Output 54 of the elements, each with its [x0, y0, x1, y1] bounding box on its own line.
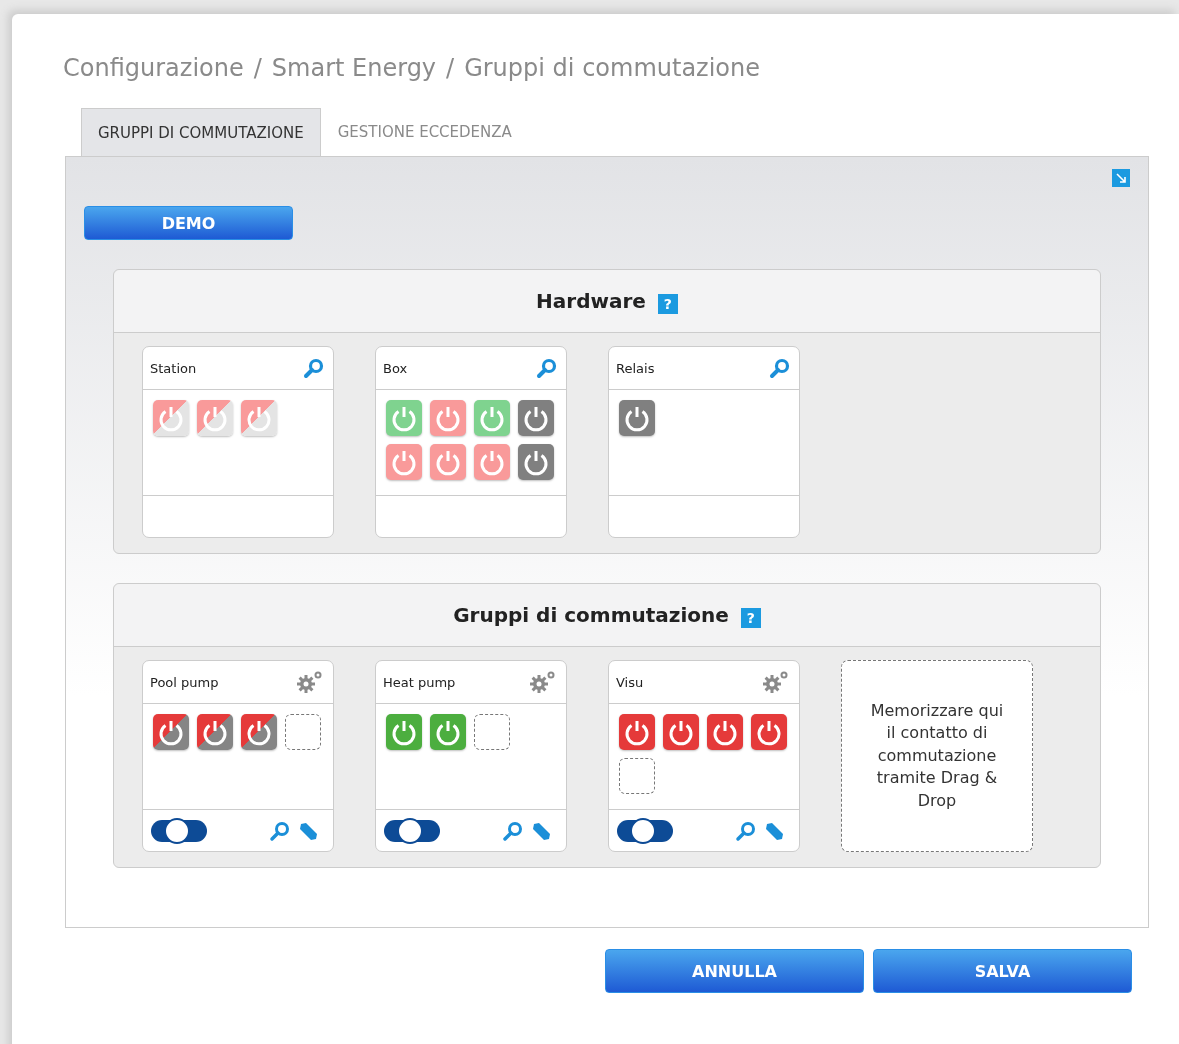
- power-switch-icon[interactable]: [474, 444, 510, 480]
- power-switch-icon[interactable]: [430, 714, 466, 750]
- search-icon[interactable]: [269, 819, 291, 842]
- section-title: Gruppi di commutazione: [453, 603, 729, 627]
- card-title: Pool pump: [150, 674, 219, 690]
- breadcrumb-item[interactable]: Gruppi di commutazione: [464, 54, 761, 82]
- breadcrumb-separator: /: [446, 54, 455, 82]
- breadcrumb-separator: /: [253, 54, 262, 82]
- power-switch-icon[interactable]: [241, 400, 277, 436]
- card-title: Station: [150, 360, 197, 376]
- card-title: Heat pump: [383, 674, 456, 690]
- search-icon[interactable]: [769, 357, 791, 379]
- empty-slot[interactable]: [474, 714, 510, 750]
- search-icon[interactable]: [735, 819, 757, 842]
- help-button[interactable]: ?: [657, 294, 678, 314]
- power-switch-icon[interactable]: [197, 714, 233, 750]
- empty-slot[interactable]: [619, 758, 655, 794]
- power-switch-icon[interactable]: [153, 714, 189, 750]
- toggle-switch[interactable]: [384, 819, 440, 842]
- search-icon[interactable]: [502, 819, 524, 842]
- expand-icon[interactable]: [1112, 169, 1130, 187]
- power-switch-icon[interactable]: [430, 400, 466, 436]
- power-switch-icon[interactable]: [153, 400, 189, 436]
- power-switch-icon[interactable]: [386, 444, 422, 480]
- breadcrumb-item[interactable]: Smart Energy: [271, 54, 437, 82]
- power-switch-icon[interactable]: [386, 714, 422, 750]
- card-title: Relais: [616, 360, 655, 376]
- power-switch-icon[interactable]: [619, 400, 655, 436]
- breadcrumb-item[interactable]: Configurazione: [63, 54, 244, 82]
- card-title: Box: [383, 360, 408, 376]
- action-button[interactable]: ANNULLA: [605, 949, 864, 993]
- power-switch-icon[interactable]: [518, 444, 554, 480]
- action-button[interactable]: SALVA: [873, 949, 1132, 993]
- toggle-switch[interactable]: [617, 819, 673, 842]
- help-button[interactable]: ?: [740, 608, 761, 628]
- power-switch-icon[interactable]: [751, 714, 787, 750]
- power-switch-icon[interactable]: [241, 714, 277, 750]
- power-switch-icon[interactable]: [474, 400, 510, 436]
- power-switch-icon[interactable]: [619, 714, 655, 750]
- tab[interactable]: GRUPPI DI COMMUTAZIONE: [81, 108, 321, 157]
- power-switch-icon[interactable]: [430, 444, 466, 480]
- power-switch-icon[interactable]: [197, 400, 233, 436]
- demo-button[interactable]: DEMO: [84, 206, 293, 240]
- power-switch-icon[interactable]: [707, 714, 743, 750]
- power-switch-icon[interactable]: [518, 400, 554, 436]
- card-title: Visu: [616, 674, 644, 690]
- empty-slot[interactable]: [285, 714, 321, 750]
- search-icon[interactable]: [536, 357, 558, 379]
- drop-zone[interactable]: Memorizzare qui il contatto di commutazione tramite Drag & Drop: [841, 660, 1033, 852]
- search-icon[interactable]: [303, 357, 325, 379]
- toggle-switch[interactable]: [151, 819, 207, 842]
- power-switch-icon[interactable]: [663, 714, 699, 750]
- section-title: Hardware: [536, 289, 646, 313]
- power-switch-icon[interactable]: [386, 400, 422, 436]
